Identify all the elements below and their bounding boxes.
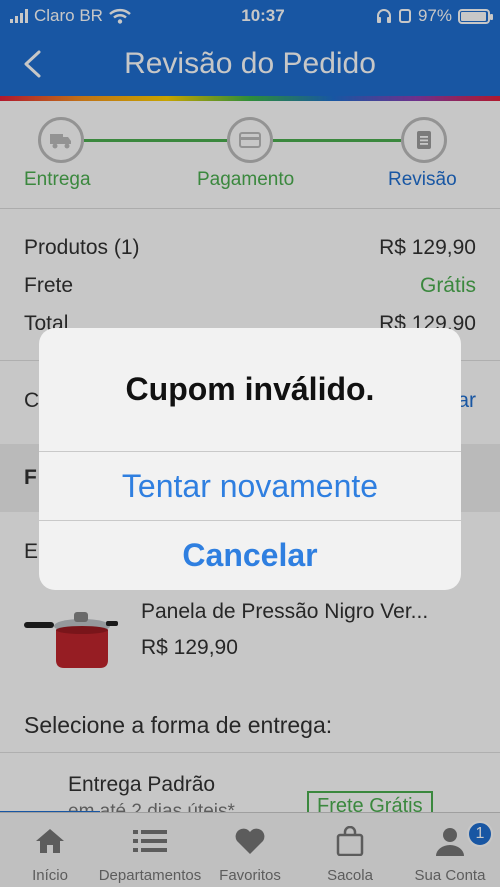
retry-button[interactable]: Tentar novamente bbox=[39, 451, 461, 520]
cancel-button[interactable]: Cancelar bbox=[39, 520, 461, 589]
invalid-coupon-dialog: Cupom inválido. Tentar novamente Cancela… bbox=[39, 328, 461, 590]
dialog-title: Cupom inválido. bbox=[125, 371, 375, 407]
